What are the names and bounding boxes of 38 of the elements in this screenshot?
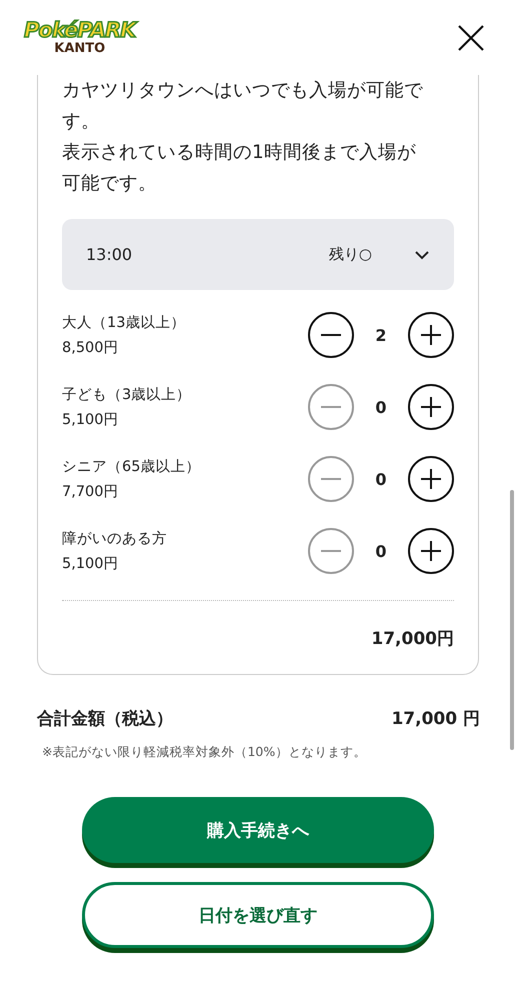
ticket-count: 2 — [374, 326, 388, 344]
subtotal-amount: 17,000円 — [371, 629, 454, 649]
ticket-price: 8,500円 — [62, 339, 120, 357]
decrement-button[interactable] — [308, 312, 354, 358]
ticket-price: 5,100円 — [62, 411, 120, 429]
notice-text: 表示されている時間の1時間後まで入場が可能です。 — [62, 141, 417, 196]
minus-icon — [321, 550, 341, 552]
plus-icon — [419, 323, 443, 347]
ticket-label: 大人（13歳以上） — [62, 314, 186, 332]
time-select[interactable]: 13:00 残り○ — [62, 219, 454, 290]
minus-icon — [321, 406, 341, 408]
increment-button[interactable] — [408, 312, 454, 358]
ticket-price: 5,100円 — [62, 555, 120, 573]
notice-text: カヤツリタウンへはいつでも入場が可能です。 — [62, 79, 424, 134]
plus-icon — [419, 395, 443, 419]
total-amount: 17,000 円 — [391, 708, 480, 730]
ticket-count: 0 — [374, 470, 388, 488]
ticket-price: 7,700円 — [62, 483, 120, 501]
ticket-label: 障がいのある方 — [62, 530, 168, 548]
logo[interactable]: PokéPARK KANTO — [24, 20, 136, 55]
close-button[interactable] — [456, 22, 486, 52]
ticket-count: 0 — [374, 398, 388, 416]
ticket-count: 0 — [374, 542, 388, 560]
increment-button[interactable] — [408, 456, 454, 502]
minus-icon — [321, 334, 341, 336]
ticket-label: シニア（65歳以上） — [62, 458, 202, 476]
plus-icon — [419, 539, 443, 563]
plus-icon — [419, 467, 443, 491]
purchase-button[interactable]: 購入手続きへ — [82, 797, 434, 863]
ticket-label: 子ども（3歳以上） — [62, 386, 192, 404]
chevron-down-icon — [414, 250, 430, 260]
close-icon — [456, 22, 486, 52]
total-label: 合計金額（税込） — [37, 708, 173, 730]
scrollbar[interactable] — [510, 490, 514, 750]
tax-note: ※表記がない限り軽減税率対象外（10%）となります。 — [42, 744, 368, 761]
minus-icon — [321, 478, 341, 480]
increment-button[interactable] — [408, 528, 454, 574]
increment-button[interactable] — [408, 384, 454, 430]
